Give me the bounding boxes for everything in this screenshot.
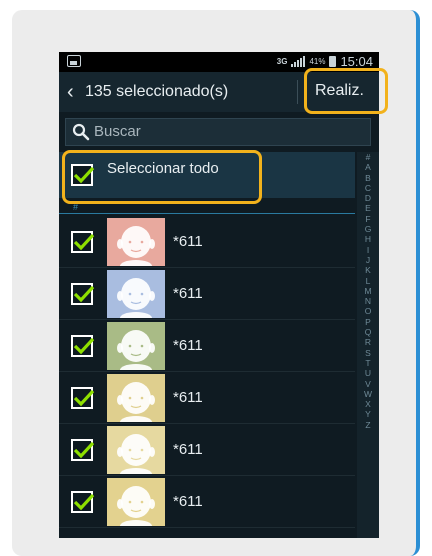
network-type: 3G: [276, 57, 288, 66]
index-letter[interactable]: O: [357, 306, 379, 316]
check-icon: [73, 493, 95, 511]
check-icon: [73, 441, 95, 459]
index-letter[interactable]: G: [357, 224, 379, 234]
index-letter[interactable]: A: [357, 162, 379, 172]
contact-checkbox[interactable]: [71, 335, 95, 357]
index-letter[interactable]: H: [357, 234, 379, 244]
contact-avatar-icon: [107, 218, 165, 266]
section-divider: [59, 213, 355, 214]
index-letter[interactable]: V: [357, 379, 379, 389]
contact-avatar-icon: [107, 322, 165, 370]
done-button-highlight: [304, 68, 388, 114]
check-icon: [73, 233, 95, 251]
contact-name: *611: [173, 389, 203, 406]
contact-avatar-icon: [107, 374, 165, 422]
index-letter[interactable]: K: [357, 265, 379, 275]
search-placeholder: Buscar: [94, 123, 141, 140]
index-letter[interactable]: T: [357, 358, 379, 368]
alphabet-index-scroller[interactable]: # A B C D E F G H I J K L M N O P Q R S T U V W X Y Z: [357, 152, 379, 538]
index-letter[interactable]: #: [357, 152, 379, 162]
contact-checkbox[interactable]: [71, 439, 95, 461]
contact-avatar-icon: [107, 478, 165, 526]
header-divider: [297, 80, 298, 104]
back-chevron-icon[interactable]: ‹: [67, 82, 81, 102]
index-letter[interactable]: C: [357, 183, 379, 193]
contact-row[interactable]: *611: [59, 424, 355, 476]
contact-checkbox[interactable]: [71, 491, 95, 513]
index-letter[interactable]: Y: [357, 409, 379, 419]
contact-row[interactable]: *611: [59, 216, 355, 268]
check-icon: [73, 337, 95, 355]
index-letter[interactable]: B: [357, 173, 379, 183]
contact-checkbox[interactable]: [71, 283, 95, 305]
contact-name: *611: [173, 285, 203, 302]
contact-avatar-icon: [107, 270, 165, 318]
row-divider: [59, 527, 355, 528]
battery-icon: [329, 56, 337, 67]
search-icon: [72, 123, 90, 141]
index-letter[interactable]: D: [357, 193, 379, 203]
index-letter[interactable]: W: [357, 389, 379, 399]
index-letter[interactable]: S: [357, 348, 379, 358]
index-letter[interactable]: Q: [357, 327, 379, 337]
contact-row[interactable]: *611: [59, 372, 355, 424]
contact-checkbox[interactable]: [71, 387, 95, 409]
contact-name: *611: [173, 441, 203, 458]
check-icon: [73, 389, 95, 407]
check-icon: [73, 285, 95, 303]
index-letter[interactable]: P: [357, 317, 379, 327]
signal-icon: [291, 56, 306, 67]
index-letter[interactable]: U: [357, 368, 379, 378]
contact-name: *611: [173, 337, 203, 354]
index-letter[interactable]: N: [357, 296, 379, 306]
index-letter[interactable]: M: [357, 286, 379, 296]
index-letter[interactable]: I: [357, 245, 379, 255]
contact-checkbox[interactable]: [71, 231, 95, 253]
contact-name: *611: [173, 493, 203, 510]
index-letter[interactable]: J: [357, 255, 379, 265]
clock: 15:04: [340, 54, 373, 69]
phone-screen: 3G 41% 15:04 ‹ 135 seleccionado(s) Reali…: [59, 52, 379, 538]
battery-percent: 41%: [309, 57, 326, 66]
contact-name: *611: [173, 233, 203, 250]
index-letter[interactable]: E: [357, 203, 379, 213]
selection-count-title: 135 seleccionado(s): [85, 83, 229, 100]
index-letter[interactable]: F: [357, 214, 379, 224]
index-letter[interactable]: X: [357, 399, 379, 409]
gallery-notification-icon: [67, 55, 81, 67]
contact-row[interactable]: *611: [59, 268, 355, 320]
contact-row[interactable]: *611: [59, 320, 355, 372]
index-letter[interactable]: R: [357, 337, 379, 347]
index-letter[interactable]: L: [357, 276, 379, 286]
index-letter[interactable]: Z: [357, 420, 379, 430]
contact-row[interactable]: *611: [59, 476, 355, 528]
select-all-highlight: [62, 150, 262, 204]
search-input[interactable]: Buscar: [65, 118, 371, 146]
contact-avatar-icon: [107, 426, 165, 474]
